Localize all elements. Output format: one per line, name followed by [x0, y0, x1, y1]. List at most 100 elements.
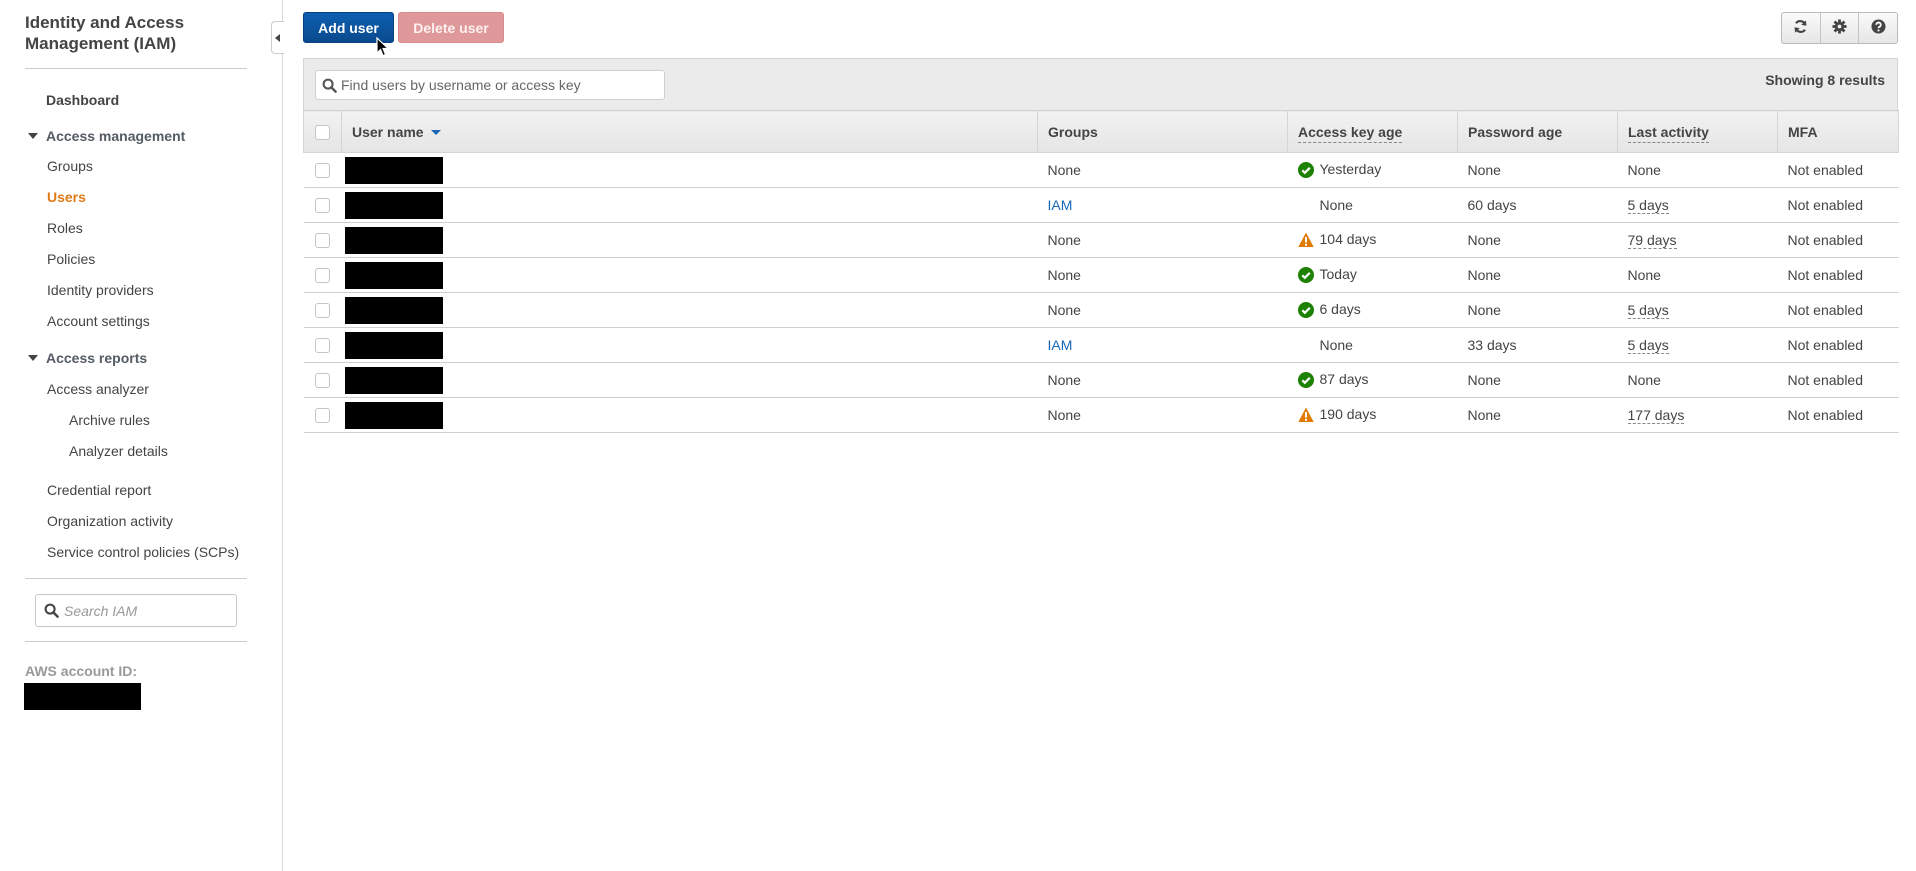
- sidebar-item-policies[interactable]: Policies: [47, 251, 95, 267]
- row-checkbox[interactable]: [315, 163, 330, 179]
- user-name-cell: [341, 222, 1038, 258]
- group-link[interactable]: IAM: [1048, 337, 1073, 353]
- user-name-redacted[interactable]: [344, 296, 443, 324]
- refresh-icon: [1793, 19, 1808, 37]
- row-checkbox[interactable]: [315, 233, 330, 249]
- table-row[interactable]: None Today None None Not enabled: [303, 257, 1899, 293]
- column-header-password-age[interactable]: Password age: [1457, 110, 1618, 153]
- access-key-age-value: 104 days: [1319, 231, 1377, 248]
- column-header-groups[interactable]: Groups: [1037, 110, 1288, 153]
- select-all-checkbox[interactable]: [315, 124, 330, 140]
- table-row[interactable]: None 190 days None 177 days Not enabled: [303, 397, 1899, 433]
- refresh-button[interactable]: [1782, 13, 1821, 43]
- user-search-input[interactable]: [341, 74, 659, 96]
- row-checkbox[interactable]: [315, 373, 330, 389]
- password-age-cell: None: [1457, 362, 1618, 398]
- groups-value: None: [1047, 267, 1081, 283]
- user-name-redacted[interactable]: [344, 331, 443, 359]
- user-name-redacted[interactable]: [344, 366, 443, 394]
- settings-button[interactable]: [1821, 13, 1860, 43]
- column-header-last-activity[interactable]: Last activity: [1617, 110, 1778, 153]
- users-table-body: None Yesterday None None Not enabled IAM None 6…: [303, 152, 1899, 433]
- last-activity-value[interactable]: 79 days: [1627, 232, 1677, 249]
- sidebar-divider: [25, 641, 247, 642]
- table-row[interactable]: IAM None 60 days 5 days Not enabled: [303, 187, 1899, 223]
- user-search[interactable]: [315, 70, 665, 100]
- access-key-age-cell: 104 days: [1287, 222, 1458, 258]
- table-row[interactable]: IAM None 33 days 5 days Not enabled: [303, 327, 1899, 363]
- sidebar: Identity and Access Management (IAM) Das…: [0, 0, 283, 871]
- row-checkbox[interactable]: [315, 303, 330, 319]
- access-key-age-value: Yesterday: [1319, 161, 1382, 178]
- row-select-cell: [303, 292, 342, 328]
- mfa-cell: Not enabled: [1777, 292, 1899, 328]
- sidebar-item-analyzer-details[interactable]: Analyzer details: [69, 443, 168, 459]
- password-age-value: None: [1467, 372, 1501, 388]
- mfa-cell: Not enabled: [1777, 187, 1899, 223]
- user-name-redacted[interactable]: [344, 191, 443, 219]
- column-label: Groups: [1048, 123, 1098, 140]
- sidebar-item-account-settings[interactable]: Account settings: [47, 313, 150, 329]
- user-name-redacted[interactable]: [344, 156, 443, 184]
- row-checkbox[interactable]: [315, 268, 330, 284]
- help-icon: [1871, 19, 1886, 37]
- mfa-cell: Not enabled: [1777, 222, 1899, 258]
- user-name-redacted[interactable]: [344, 226, 443, 254]
- section-label: Access management: [46, 128, 186, 144]
- groups-cell: None: [1037, 292, 1288, 328]
- sidebar-item-roles[interactable]: Roles: [47, 220, 83, 236]
- last-activity-value[interactable]: 177 days: [1627, 407, 1685, 424]
- row-checkbox[interactable]: [315, 338, 330, 354]
- user-name-cell: [341, 187, 1038, 223]
- table-row[interactable]: None 6 days None 5 days Not enabled: [303, 292, 1899, 328]
- password-age-cell: 33 days: [1457, 327, 1618, 363]
- column-header-access-key-age[interactable]: Access key age: [1287, 110, 1458, 153]
- column-label: MFA: [1788, 123, 1818, 140]
- sidebar-search-input[interactable]: [64, 599, 232, 623]
- sidebar-search[interactable]: [35, 594, 237, 627]
- section-label: Access reports: [46, 350, 148, 366]
- help-button[interactable]: [1859, 13, 1897, 43]
- table-row[interactable]: None 87 days None None Not enabled: [303, 362, 1899, 398]
- row-checkbox[interactable]: [315, 408, 330, 424]
- user-name-redacted[interactable]: [344, 261, 443, 289]
- group-link[interactable]: IAM: [1048, 197, 1073, 213]
- sidebar-item-groups[interactable]: Groups: [47, 158, 93, 174]
- caret-left-icon: [275, 34, 280, 42]
- sidebar-item-scps[interactable]: Service control policies (SCPs): [47, 544, 239, 560]
- password-age-value: None: [1467, 267, 1501, 283]
- sidebar-title: Identity and Access Management (IAM): [25, 13, 185, 53]
- sidebar-item-archive-rules[interactable]: Archive rules: [69, 412, 150, 428]
- password-age-value: 33 days: [1467, 337, 1517, 353]
- groups-cell: None: [1037, 362, 1288, 398]
- check-circle-icon: [1297, 161, 1314, 178]
- delete-user-button[interactable]: Delete user: [398, 12, 504, 43]
- sidebar-section-access-reports[interactable]: Access reports: [28, 350, 147, 366]
- password-age-cell: None: [1457, 397, 1618, 433]
- sidebar-item-dashboard[interactable]: Dashboard: [46, 92, 119, 108]
- sidebar-section-access-management[interactable]: Access management: [28, 128, 185, 144]
- column-header-user-name[interactable]: User name: [341, 110, 1038, 153]
- gear-icon: [1832, 19, 1847, 37]
- table-header-row: User name Groups Access key age Password…: [303, 110, 1899, 153]
- row-select-cell: [303, 397, 342, 433]
- last-activity-value[interactable]: 5 days: [1627, 337, 1669, 354]
- mfa-value: Not enabled: [1787, 337, 1864, 353]
- sidebar-item-access-analyzer[interactable]: Access analyzer: [47, 381, 149, 397]
- column-header-mfa[interactable]: MFA: [1777, 110, 1899, 153]
- sidebar-item-users[interactable]: Users: [47, 189, 86, 205]
- collapse-sidebar-button[interactable]: [271, 21, 284, 54]
- user-name-redacted[interactable]: [344, 401, 443, 429]
- check-circle-icon: [1297, 301, 1314, 318]
- last-activity-value[interactable]: 5 days: [1627, 197, 1669, 214]
- sidebar-item-organization-activity[interactable]: Organization activity: [47, 513, 173, 529]
- sidebar-item-identity-providers[interactable]: Identity providers: [47, 282, 154, 298]
- groups-cell: IAM: [1037, 187, 1288, 223]
- access-key-age-value: None: [1319, 197, 1353, 213]
- row-checkbox[interactable]: [315, 198, 330, 214]
- sidebar-item-credential-report[interactable]: Credential report: [47, 482, 151, 498]
- last-activity-value[interactable]: 5 days: [1627, 302, 1669, 319]
- table-row[interactable]: None Yesterday None None Not enabled: [303, 152, 1899, 188]
- table-row[interactable]: None 104 days None 79 days Not enabled: [303, 222, 1899, 258]
- groups-cell: None: [1037, 152, 1288, 188]
